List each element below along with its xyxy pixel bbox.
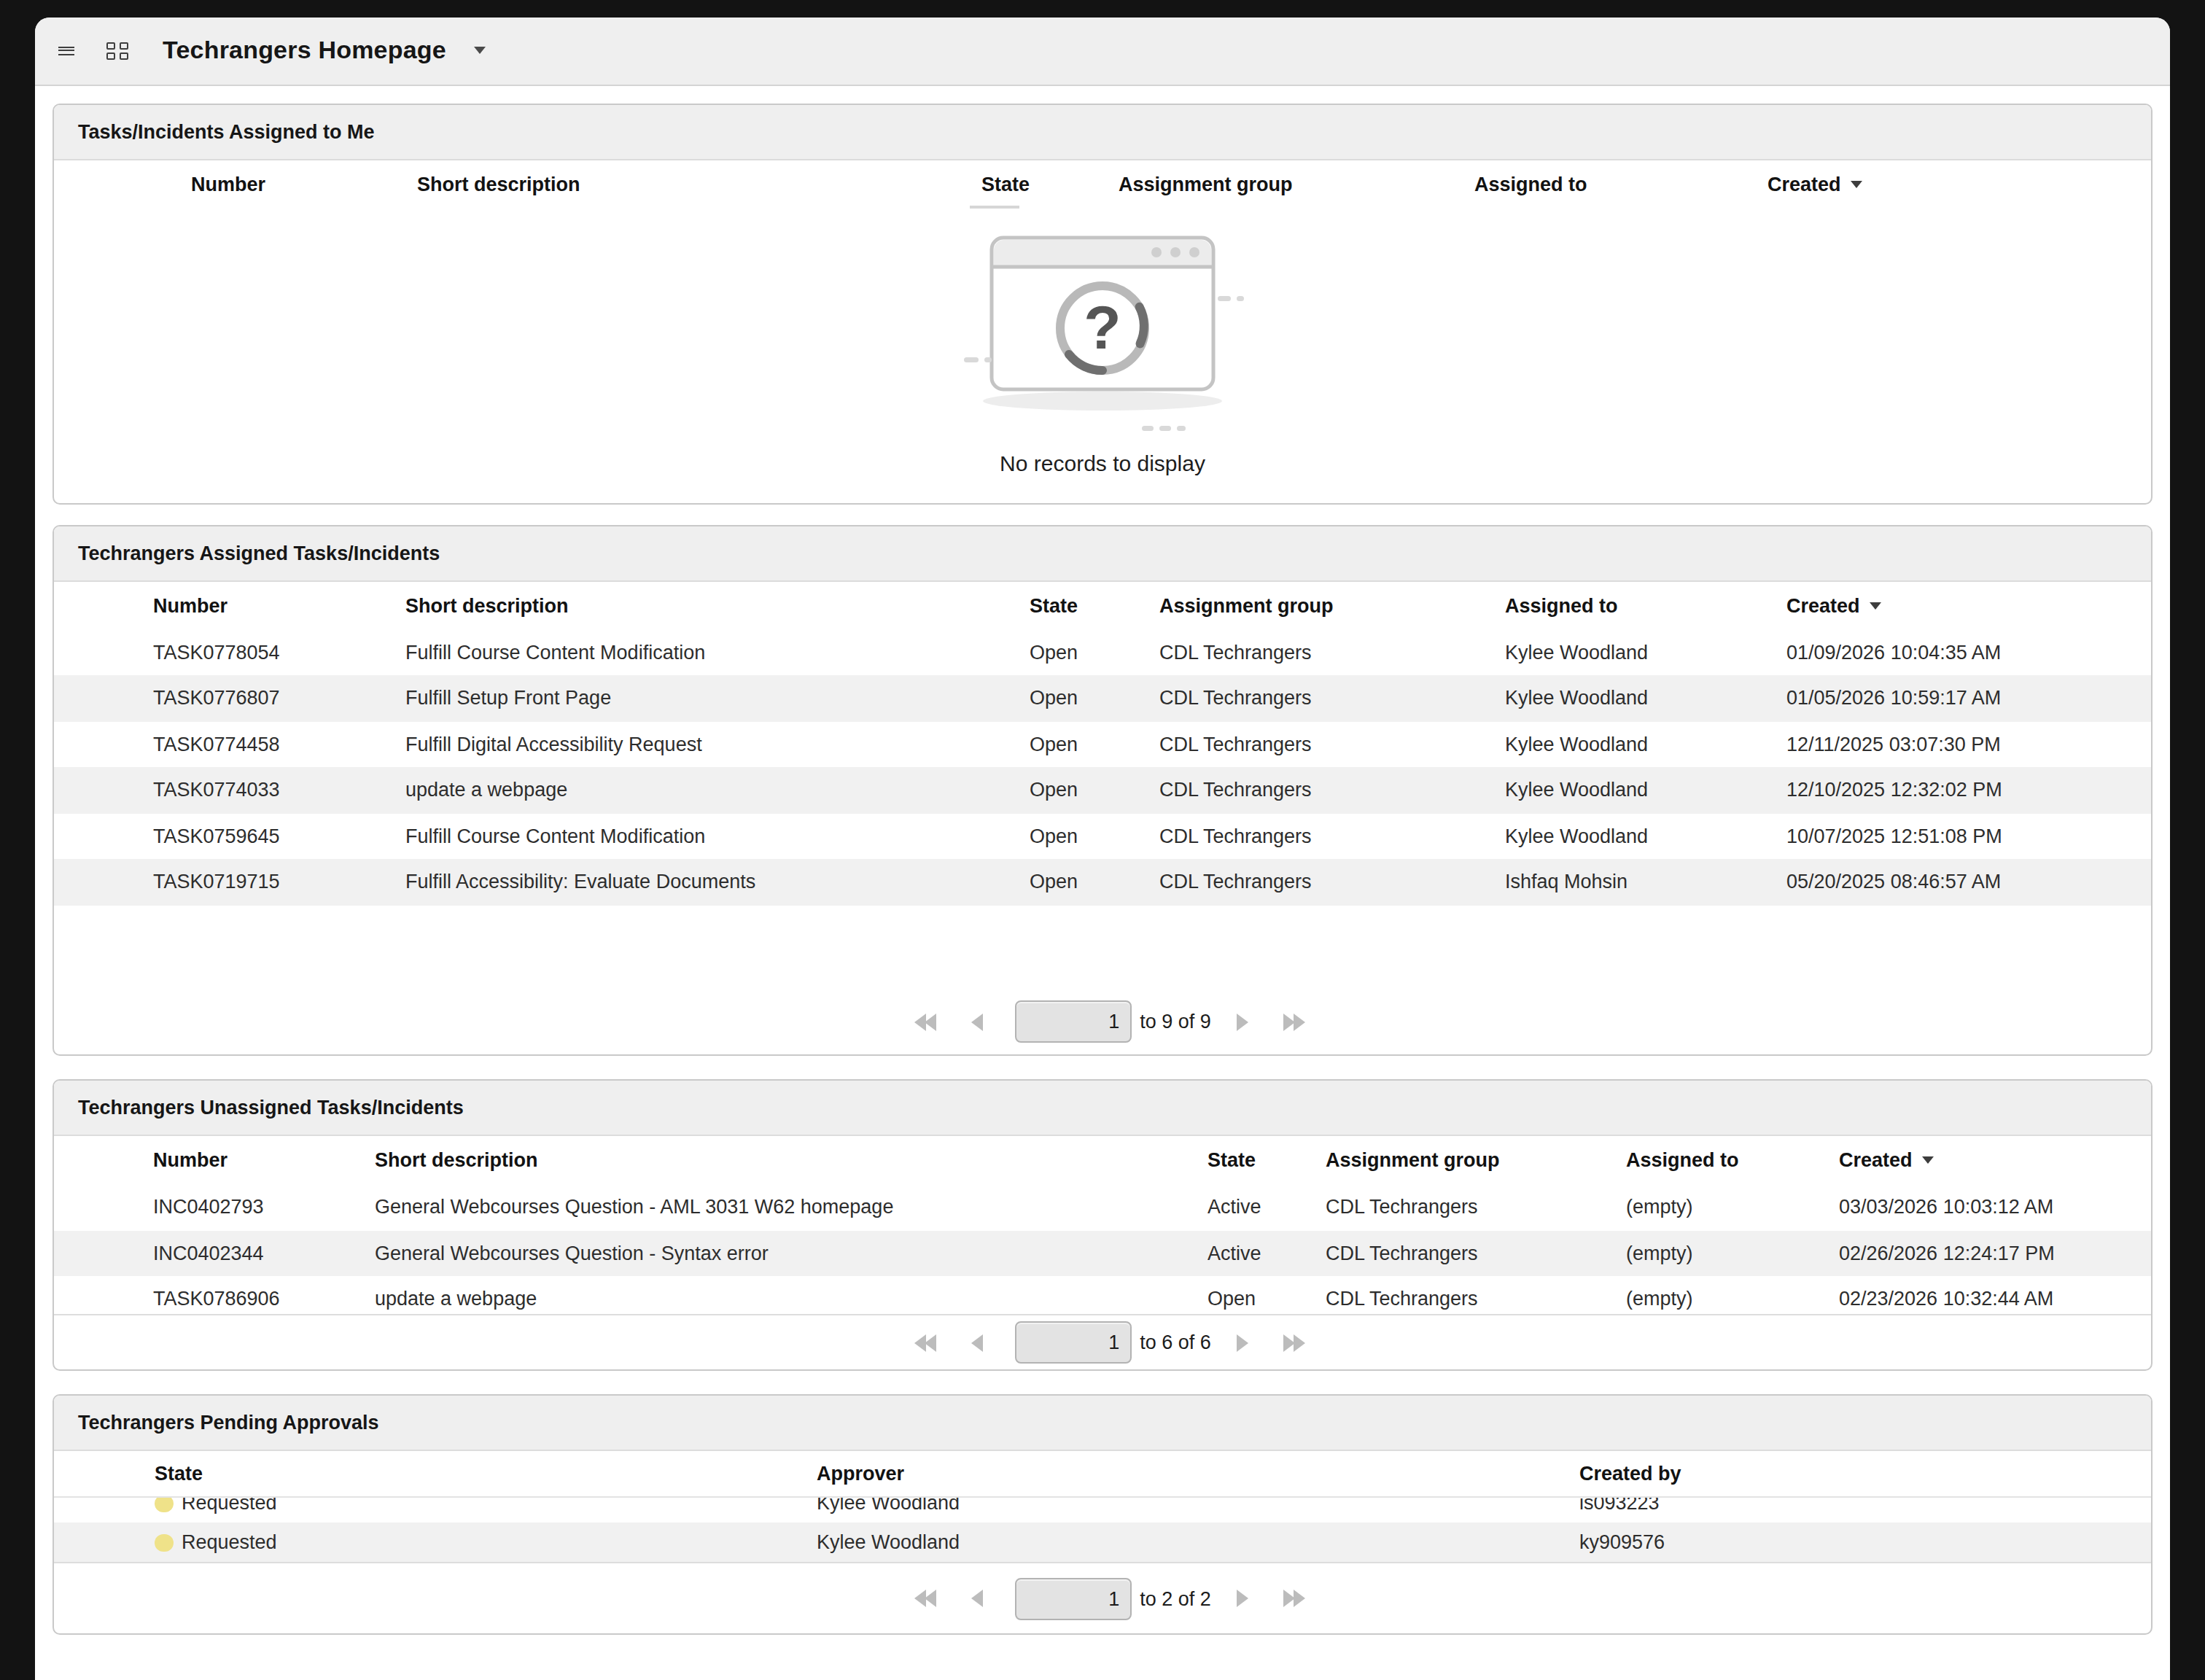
- col-approver[interactable]: Approver: [817, 1463, 1579, 1485]
- table-header-row: Number Short description State Assignmen…: [54, 1136, 2151, 1184]
- state-column-underline: [970, 206, 1019, 209]
- table-body: Requested Kylee Woodland is093223 Reques…: [54, 1498, 2151, 1562]
- previous-page-button[interactable]: [971, 1590, 982, 1607]
- widget-title: Techrangers Unassigned Tasks/Incidents: [54, 1081, 2151, 1136]
- cell-number[interactable]: TASK0778054: [153, 642, 405, 664]
- col-assignment-group[interactable]: Assignment group: [1159, 594, 1505, 616]
- browser-page: Techrangers Homepage Tasks/Incidents Ass…: [35, 17, 2170, 1680]
- next-page-button[interactable]: [1237, 1334, 1249, 1351]
- cell-number[interactable]: TASK0774458: [153, 734, 405, 755]
- last-page-button[interactable]: [1284, 1013, 1305, 1030]
- cell-number[interactable]: TASK0719715: [153, 871, 405, 893]
- pagination: 1 to 2 of 2: [914, 1577, 1305, 1619]
- col-number[interactable]: Number: [191, 174, 417, 195]
- pagination: 1 to 9 of 9: [914, 1000, 1305, 1043]
- table-row[interactable]: INC0402344General Webcourses Question - …: [54, 1230, 2151, 1276]
- list-footer: 1 to 9 of 9: [54, 989, 2151, 1054]
- list-footer: 1 to 6 of 6: [54, 1314, 2151, 1369]
- next-page-button[interactable]: [1237, 1590, 1249, 1607]
- sort-descending-icon: [1870, 602, 1882, 609]
- homepage-canvas: Tasks/Incidents Assigned to Me Number Sh…: [35, 86, 2170, 1635]
- cell-number[interactable]: TASK0759645: [153, 825, 405, 847]
- widget-pending-approvals: Techrangers Pending Approvals State Appr…: [52, 1394, 2152, 1635]
- table-row[interactable]: TASK0774033update a webpageOpenCDL Techr…: [54, 767, 2151, 813]
- sort-descending-icon: [1923, 1156, 1934, 1164]
- previous-page-button[interactable]: [971, 1013, 982, 1030]
- col-state[interactable]: State: [981, 174, 1119, 195]
- widget-title: Techrangers Pending Approvals: [54, 1396, 2151, 1451]
- cell-number[interactable]: INC0402344: [153, 1242, 375, 1264]
- first-page-button[interactable]: [914, 1334, 936, 1351]
- last-page-button[interactable]: [1284, 1590, 1305, 1607]
- table-header-row: State Approver Created by: [54, 1451, 2151, 1498]
- table-row[interactable]: TASK0759645Fulfill Course Content Modifi…: [54, 813, 2151, 859]
- col-state[interactable]: State: [1208, 1149, 1326, 1171]
- page-input[interactable]: 1: [1014, 1321, 1131, 1364]
- chevron-down-icon[interactable]: [474, 47, 486, 55]
- empty-state: ? No records to display: [54, 209, 2151, 504]
- table-row[interactable]: Requested Kylee Woodland is093223: [54, 1498, 2151, 1522]
- viewport: Techrangers Homepage Tasks/Incidents Ass…: [0, 0, 2205, 1680]
- table-row[interactable]: TASK0778054Fulfill Course Content Modifi…: [54, 629, 2151, 675]
- menu-icon[interactable]: [58, 46, 74, 55]
- cell-number[interactable]: INC0402793: [153, 1197, 375, 1218]
- app-grid-icon[interactable]: [106, 42, 128, 59]
- requested-status-icon: [155, 1498, 173, 1512]
- table-row[interactable]: TASK0719715Fulfill Accessibility: Evalua…: [54, 859, 2151, 905]
- pagination-label: to 9 of 9: [1140, 1011, 1211, 1032]
- last-page-button[interactable]: [1284, 1334, 1305, 1351]
- col-assigned-to[interactable]: Assigned to: [1626, 1149, 1839, 1171]
- table-row[interactable]: TASK0776807Fulfill Setup Front PageOpenC…: [54, 675, 2151, 721]
- pagination-label: to 2 of 2: [1140, 1587, 1211, 1609]
- widget-team-assigned: Techrangers Assigned Tasks/Incidents Num…: [52, 524, 2152, 1055]
- col-state[interactable]: State: [155, 1463, 817, 1485]
- cell-number[interactable]: TASK0776807: [153, 688, 405, 709]
- page-title[interactable]: Techrangers Homepage: [163, 36, 446, 66]
- col-assignment-group[interactable]: Assignment group: [1326, 1149, 1626, 1171]
- table-body: TASK0778054Fulfill Course Content Modifi…: [54, 629, 2151, 905]
- list-footer: 1 to 2 of 2: [54, 1562, 2151, 1633]
- table-header-row: Number Short description State Assignmen…: [54, 160, 2151, 209]
- next-page-button[interactable]: [1237, 1013, 1249, 1030]
- no-records-illustration: ?: [928, 232, 1278, 451]
- widget-title: Tasks/Incidents Assigned to Me: [54, 105, 2151, 160]
- page-input[interactable]: 1: [1014, 1000, 1131, 1043]
- widget-title: Techrangers Assigned Tasks/Incidents: [54, 526, 2151, 581]
- first-page-button[interactable]: [914, 1013, 936, 1030]
- top-bar: Techrangers Homepage: [35, 17, 2170, 86]
- table-body: INC0402793General Webcourses Question - …: [54, 1184, 2151, 1322]
- col-state[interactable]: State: [1030, 594, 1159, 616]
- table-row[interactable]: TASK0774458Fulfill Digital Accessibility…: [54, 721, 2151, 767]
- table-row[interactable]: Requested Kylee Woodland ky909576: [54, 1522, 2151, 1562]
- cell-number[interactable]: TASK0774033: [153, 779, 405, 801]
- col-created-by[interactable]: Created by: [1579, 1463, 2151, 1485]
- col-short-description[interactable]: Short description: [375, 1149, 1208, 1171]
- previous-page-button[interactable]: [971, 1334, 982, 1351]
- pagination: 1 to 6 of 6: [914, 1321, 1305, 1364]
- pagination-label: to 6 of 6: [1140, 1331, 1211, 1353]
- svg-text:?: ?: [1084, 293, 1121, 362]
- col-short-description[interactable]: Short description: [405, 594, 1030, 616]
- col-assigned-to[interactable]: Assigned to: [1505, 594, 1786, 616]
- table-row[interactable]: INC0402793General Webcourses Question - …: [54, 1184, 2151, 1230]
- page-input[interactable]: 1: [1014, 1577, 1131, 1619]
- col-created[interactable]: Created: [1768, 174, 2151, 195]
- cell-number[interactable]: TASK0786906: [153, 1288, 375, 1310]
- col-created[interactable]: Created: [1839, 1149, 2151, 1171]
- col-short-description[interactable]: Short description: [417, 174, 981, 195]
- col-created[interactable]: Created: [1786, 594, 2151, 616]
- widget-assigned-to-me: Tasks/Incidents Assigned to Me Number Sh…: [52, 104, 2152, 504]
- first-page-button[interactable]: [914, 1590, 936, 1607]
- requested-status-icon: [155, 1533, 173, 1552]
- col-number[interactable]: Number: [153, 1149, 375, 1171]
- sort-descending-icon: [1851, 181, 1863, 188]
- table-header-row: Number Short description State Assignmen…: [54, 581, 2151, 629]
- empty-message: No records to display: [1000, 451, 1205, 475]
- col-assignment-group[interactable]: Assignment group: [1119, 174, 1474, 195]
- col-assigned-to[interactable]: Assigned to: [1474, 174, 1768, 195]
- widget-team-unassigned: Techrangers Unassigned Tasks/Incidents N…: [52, 1079, 2152, 1371]
- col-number[interactable]: Number: [153, 594, 405, 616]
